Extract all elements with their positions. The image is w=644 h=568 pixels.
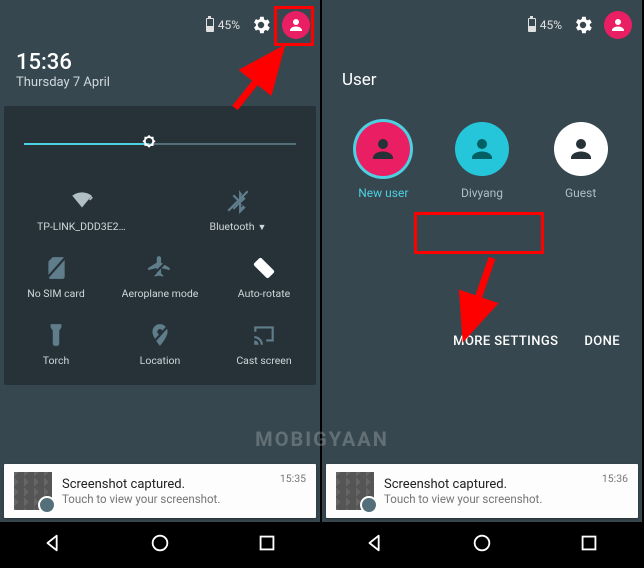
location-off-icon (147, 322, 173, 348)
clock-block: 15:36 Thursday 7 April (0, 50, 320, 102)
brightness-icon (138, 133, 160, 155)
nav-home-button[interactable] (471, 532, 493, 558)
nav-bar (322, 522, 642, 568)
tile-sim[interactable]: No SIM card (4, 245, 108, 312)
user-item-guest[interactable]: Guest (554, 122, 608, 200)
user-name: New user (358, 186, 408, 200)
nav-back-button[interactable] (364, 532, 386, 558)
chevron-down-icon: ▼ (258, 223, 267, 233)
sim-off-icon (43, 255, 69, 281)
user-switcher-button[interactable] (604, 11, 632, 39)
screenshot-thumbnail-icon (336, 472, 374, 510)
tile-bluetooth-label: Bluetooth (210, 220, 255, 233)
brightness-slider[interactable] (24, 126, 296, 162)
tile-cast[interactable]: Cast screen (212, 312, 316, 379)
notification-card[interactable]: Screenshot captured. Touch to view your … (4, 464, 316, 518)
tile-sim-label: No SIM card (27, 287, 85, 300)
airplane-off-icon (147, 255, 173, 281)
tile-torch[interactable]: Torch (4, 312, 108, 379)
battery-percent: 45% (218, 18, 240, 32)
user-name: Divyang (461, 186, 503, 200)
more-settings-button[interactable]: MORE SETTINGS (453, 334, 558, 349)
notification-time: 15:35 (280, 472, 306, 485)
tile-bluetooth[interactable]: Bluetooth▼ (160, 178, 316, 245)
battery-status: 45% (206, 18, 240, 32)
bluetooth-off-icon (225, 188, 251, 214)
screenshot-thumbnail-icon (14, 472, 52, 510)
avatar-icon (554, 122, 608, 176)
nav-back-button[interactable] (42, 532, 64, 558)
cast-icon (251, 322, 277, 348)
torch-icon (43, 322, 69, 348)
done-button[interactable]: DONE (584, 334, 620, 349)
annotation-highlight (274, 6, 314, 46)
autorotate-icon (251, 255, 277, 281)
tile-airplane-label: Aeroplane mode (122, 287, 199, 300)
wifi-icon (69, 188, 95, 214)
quick-settings-panel: TP-LINK_DDD3E2▼ Bluetooth▼ No SIM card A… (4, 106, 316, 385)
clock-time: 15:36 (16, 50, 304, 75)
annotation-highlight (414, 212, 544, 254)
screen-user-switcher: 45% User New user Divyang Guest MORE SET… (322, 0, 642, 568)
notification-time: 15:36 (602, 472, 628, 485)
notification-subtitle: Touch to view your screenshot. (62, 492, 270, 506)
settings-icon[interactable] (250, 14, 272, 36)
screen-quick-settings: 45% 15:36 Thursday 7 April TP-LINK_DDD3E… (0, 0, 320, 568)
notification-title: Screenshot captured. (384, 477, 592, 492)
user-name: Guest (565, 186, 596, 200)
user-list: New user Divyang Guest (322, 100, 642, 210)
tile-torch-label: Torch (43, 354, 70, 367)
notification-card[interactable]: Screenshot captured. Touch to view your … (326, 464, 638, 518)
tile-wifi-label: TP-LINK_DDD3E2 (37, 220, 126, 233)
clock-date: Thursday 7 April (16, 75, 304, 90)
avatar-icon (455, 122, 509, 176)
nav-bar (0, 522, 320, 568)
nav-recent-button[interactable] (578, 532, 600, 558)
notification-subtitle: Touch to view your screenshot. (384, 492, 592, 506)
tile-airplane[interactable]: Aeroplane mode (108, 245, 212, 312)
tile-autorotate[interactable]: Auto-rotate (212, 245, 316, 312)
tile-wifi[interactable]: TP-LINK_DDD3E2▼ (4, 178, 160, 245)
user-actions: MORE SETTINGS DONE (322, 320, 642, 363)
battery-status: 45% (528, 18, 562, 32)
user-panel-title: User (322, 50, 642, 100)
notification-title: Screenshot captured. (62, 477, 270, 492)
user-item-divyang[interactable]: Divyang (455, 122, 509, 200)
tile-location-label: Location (140, 354, 181, 367)
tile-autorotate-label: Auto-rotate (238, 287, 290, 300)
nav-home-button[interactable] (149, 532, 171, 558)
battery-icon (528, 18, 536, 32)
settings-icon[interactable] (572, 14, 594, 36)
battery-icon (206, 18, 214, 32)
tile-location[interactable]: Location (108, 312, 212, 379)
user-item-new[interactable]: New user (356, 122, 410, 200)
status-bar: 45% (322, 0, 642, 50)
status-bar: 45% (0, 0, 320, 50)
nav-recent-button[interactable] (256, 532, 278, 558)
tile-cast-label: Cast screen (236, 354, 291, 367)
battery-percent: 45% (540, 18, 562, 32)
avatar-icon (356, 122, 410, 176)
